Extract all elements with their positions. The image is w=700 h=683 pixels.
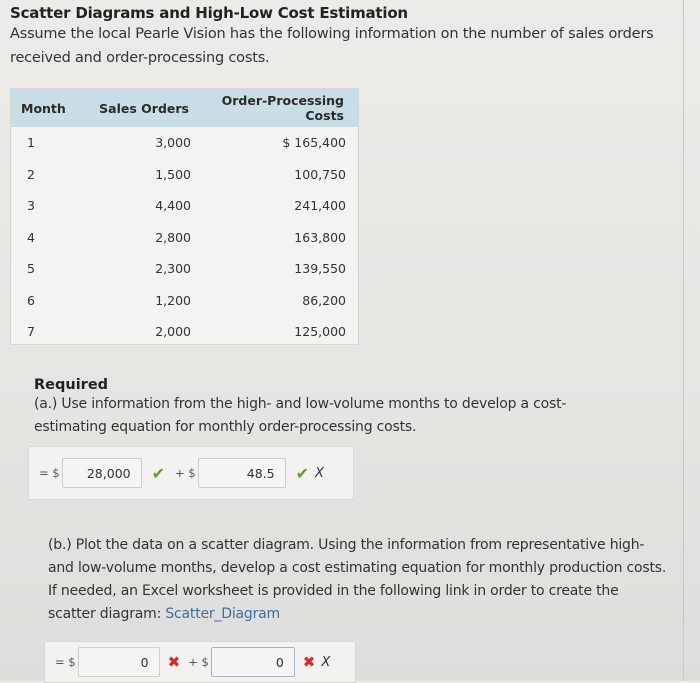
part-a-question: (a.) Use information from the high- and … bbox=[34, 396, 567, 435]
cell-cost: $ 165,400 bbox=[282, 135, 346, 151]
cell-cost: 86,200 bbox=[302, 292, 346, 308]
required-heading: Required bbox=[34, 377, 109, 393]
table-row: 6 1,200 86,200 bbox=[11, 285, 358, 317]
cell-sales: 3,000 bbox=[155, 135, 191, 151]
table-row: 7 2,000 125,000 bbox=[11, 316, 358, 348]
header-month: Month bbox=[21, 100, 66, 116]
check-icon: ✔ bbox=[295, 463, 310, 483]
table-row: 5 2,300 139,550 bbox=[11, 253, 358, 285]
cell-cost: 100,750 bbox=[294, 166, 346, 182]
cross-icon: ✖ bbox=[302, 653, 316, 671]
fixed-cost-prefix: = $ bbox=[39, 466, 60, 480]
table-header: Month Sales Orders Order-Processing Cost… bbox=[11, 89, 358, 127]
part-a-answer-row: = $ ✔ + $ ✔ X bbox=[28, 446, 354, 500]
part-b-fixed-cost-input[interactable] bbox=[77, 647, 160, 677]
part-b-question: (b.) Plot the data on a scatter diagram.… bbox=[48, 534, 668, 626]
cell-month: 4 bbox=[27, 229, 35, 245]
data-table: Month Sales Orders Order-Processing Cost… bbox=[10, 88, 359, 345]
cell-month: 5 bbox=[27, 261, 35, 277]
variable-cost-prefix: + $ bbox=[175, 466, 196, 480]
cross-icon: ✖ bbox=[167, 653, 181, 671]
variable-x-label: X bbox=[321, 654, 331, 670]
check-icon: ✔ bbox=[151, 463, 166, 483]
cell-sales: 2,300 bbox=[155, 261, 191, 277]
scatter-diagram-link[interactable]: Scatter_Diagram bbox=[165, 606, 280, 622]
intro-text: Assume the local Pearle Vision has the f… bbox=[10, 26, 654, 66]
cell-sales: 1,200 bbox=[155, 292, 191, 308]
cell-month: 3 bbox=[27, 198, 35, 214]
part-a-variable-cost-input[interactable] bbox=[197, 458, 286, 488]
cell-cost: 125,000 bbox=[294, 324, 346, 340]
table-row: 4 2,800 163,800 bbox=[11, 222, 358, 254]
cell-sales: 1,500 bbox=[155, 166, 191, 182]
cell-month: 1 bbox=[27, 135, 35, 151]
cell-cost: 163,800 bbox=[294, 229, 346, 245]
cell-month: 6 bbox=[27, 292, 35, 308]
cell-sales: 2,000 bbox=[155, 324, 191, 340]
page-title: Scatter Diagrams and High-Low Cost Estim… bbox=[10, 4, 408, 22]
part-b-variable-cost-input[interactable] bbox=[210, 647, 295, 677]
header-order-processing-costs: Order-Processing Costs bbox=[221, 93, 344, 123]
cell-cost: 139,550 bbox=[294, 261, 346, 277]
fixed-cost-prefix: = $ bbox=[55, 655, 76, 669]
part-b-text: (b.) Plot the data on a scatter diagram.… bbox=[48, 537, 667, 622]
table-row: 2 1,500 100,750 bbox=[11, 159, 358, 191]
table-row: 3 4,400 241,400 bbox=[11, 190, 358, 222]
cell-month: 7 bbox=[27, 324, 35, 340]
header-sales-orders: Sales Orders bbox=[99, 100, 189, 116]
cell-cost: 241,400 bbox=[294, 198, 346, 214]
cell-month: 2 bbox=[27, 166, 35, 182]
table-row: 1 3,000 $ 165,400 bbox=[11, 127, 358, 159]
variable-cost-prefix: + $ bbox=[188, 655, 209, 669]
page-edge-divider bbox=[683, 0, 684, 681]
variable-x-label: X bbox=[315, 465, 324, 481]
part-a-fixed-cost-input[interactable] bbox=[61, 458, 142, 488]
cell-sales: 4,400 bbox=[155, 198, 191, 214]
part-b-answer-row: = $ ✖ + $ ✖ X bbox=[44, 641, 356, 683]
cell-sales: 2,800 bbox=[155, 229, 191, 245]
